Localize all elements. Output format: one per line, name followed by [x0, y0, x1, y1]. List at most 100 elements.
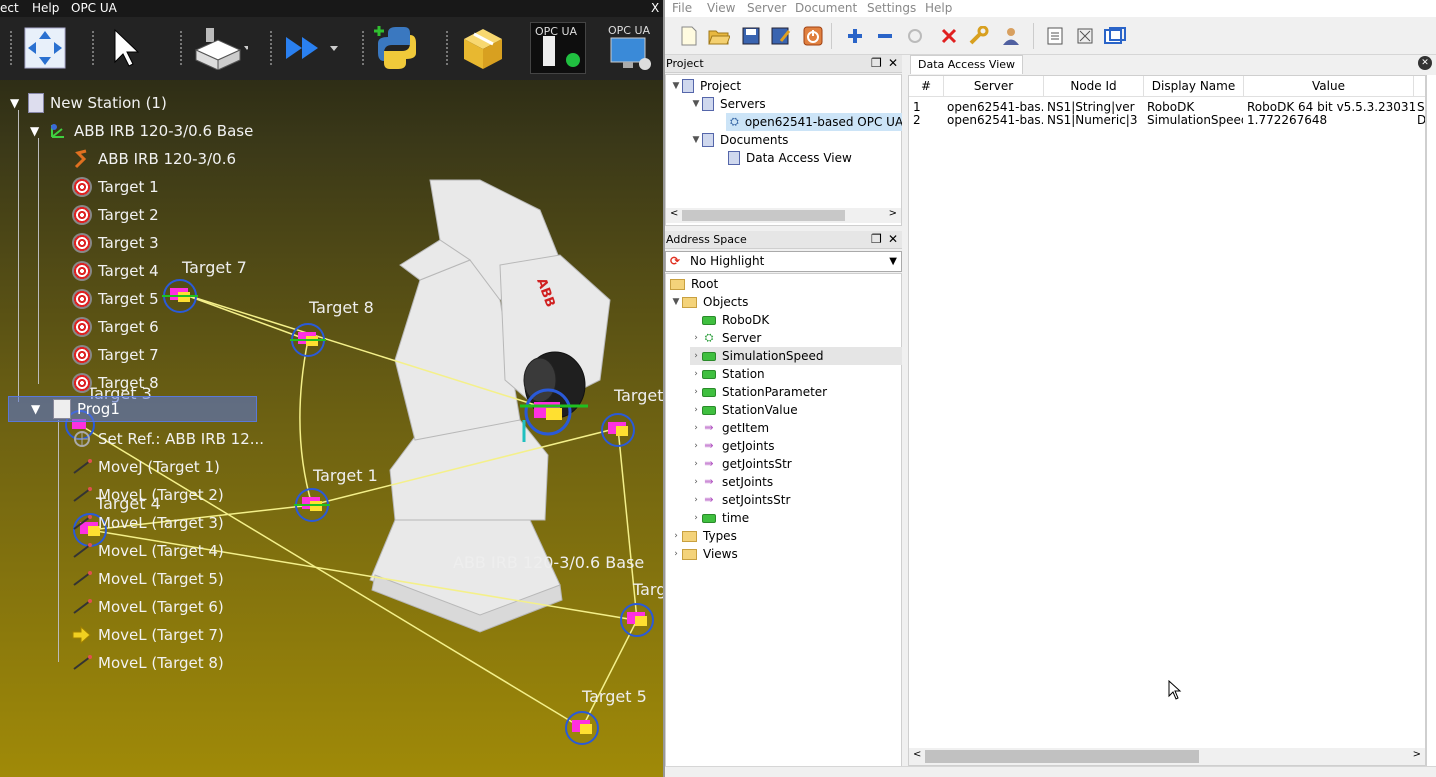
tree-instr-movel-5[interactable]: MoveL (Target 5) — [72, 566, 224, 592]
save-icon[interactable] — [739, 25, 763, 47]
window-icon[interactable] — [1103, 25, 1127, 47]
toolbar-grip[interactable] — [270, 31, 274, 65]
add-server-icon[interactable] — [843, 25, 867, 47]
project-doc-item[interactable]: Data Access View — [728, 149, 852, 167]
addr-objects[interactable]: ▼ Objects — [670, 293, 749, 311]
addr-item-stationparameter[interactable]: › StationParameter — [690, 383, 827, 401]
project-hscroll[interactable]: < > — [666, 208, 901, 223]
tree-instr-set-ref[interactable]: Set Ref.: ABB IRB 12... — [72, 426, 264, 452]
highlight-select[interactable]: ⟳ No Highlight ▼ — [665, 251, 902, 272]
menu-help[interactable]: Help — [925, 1, 952, 15]
scene-label-target-6[interactable]: Targ — [633, 580, 663, 599]
scene-label-target-7[interactable]: Target 7 — [182, 258, 247, 277]
col-header-server[interactable]: Server — [944, 76, 1044, 97]
tree-robot[interactable]: ABB IRB 120-3/0.6 — [72, 146, 236, 172]
undock-icon[interactable]: ❐ — [871, 231, 882, 248]
addr-item-getjoints[interactable]: › ⇛ getJoints — [690, 437, 774, 455]
cell-extra[interactable]: S — [1417, 100, 1425, 114]
grid-hscroll[interactable]: < > — [909, 748, 1425, 765]
toolbar-grip[interactable] — [446, 31, 450, 65]
cell-server[interactable]: open62541-bas... — [947, 113, 1043, 127]
scroll-thumb[interactable] — [925, 750, 1199, 763]
select-pointer-icon[interactable] — [104, 22, 148, 74]
toolbar-grip[interactable] — [362, 31, 366, 65]
tree-instr-movel-3[interactable]: MoveL (Target 3) — [72, 510, 224, 536]
settings-wrench-icon[interactable] — [967, 25, 991, 47]
opc-server-icon[interactable]: OPC UA — [530, 22, 586, 74]
new-document-icon[interactable] — [677, 25, 701, 47]
tree-instr-movej-1[interactable]: MoveJ (Target 1) — [72, 454, 220, 480]
cell-extra[interactable]: D — [1417, 113, 1425, 127]
menu-view[interactable]: View — [707, 1, 735, 15]
close-icon[interactable]: ✕ — [888, 55, 898, 72]
project-root[interactable]: ▼ Project — [670, 77, 741, 95]
properties-icon[interactable] — [1043, 25, 1067, 47]
close-icon[interactable]: ✕ — [888, 231, 898, 248]
addr-item-robodk[interactable]: RoboDK — [690, 311, 769, 329]
menu-opc-ua[interactable]: OPC UA — [71, 0, 117, 16]
toolbar-grip[interactable] — [180, 31, 184, 65]
cell-value[interactable]: RoboDK 64 bit v5.5.3.23031 — [1247, 100, 1415, 114]
tree-instr-movel-7[interactable]: MoveL (Target 7) — [72, 622, 224, 648]
tab-data-access-view[interactable]: Data Access View — [910, 55, 1024, 74]
addr-views[interactable]: › Views — [670, 545, 738, 563]
tree-instr-movel-8[interactable]: MoveL (Target 8) — [72, 650, 224, 676]
cell-index[interactable]: 1 — [913, 100, 921, 114]
addr-item-getitem[interactable]: › ⇛ getItem — [690, 419, 769, 437]
tree-instr-movel-4[interactable]: MoveL (Target 4) — [72, 538, 224, 564]
tree-instr-movel-2[interactable]: MoveL (Target 2) — [72, 482, 224, 508]
scene-label-target-5[interactable]: Target 5 — [582, 687, 647, 706]
toolbar-grip[interactable] — [92, 31, 96, 65]
menu-server[interactable]: Server — [747, 1, 786, 15]
remove-server-icon[interactable] — [873, 25, 897, 47]
cell-node-id[interactable]: NS1|String|ver — [1047, 100, 1143, 114]
tree-target-5[interactable]: Target 5 — [72, 286, 159, 312]
scroll-thumb[interactable] — [682, 210, 845, 221]
menu-file[interactable]: File — [672, 1, 692, 15]
menu-project[interactable]: ect — [0, 0, 19, 16]
scene-label-target-8[interactable]: Target 8 — [309, 298, 374, 317]
col-header-index[interactable]: # — [909, 76, 944, 97]
tree-target-6[interactable]: Target 6 — [72, 314, 159, 340]
addr-root[interactable]: Root — [670, 275, 718, 293]
cell-display-name[interactable]: RoboDK — [1147, 100, 1243, 114]
tree-target-4[interactable]: Target 4 — [72, 258, 159, 284]
tree-target-1[interactable]: Target 1 — [72, 174, 159, 200]
tree-target-3[interactable]: Target 3 — [72, 230, 159, 256]
run-simulation-icon[interactable] — [282, 22, 342, 74]
python-icon[interactable] — [372, 22, 422, 74]
scene-label-robot-base[interactable]: ABB IRB 120-3/0.6 Base — [453, 553, 644, 572]
toolbar-grip[interactable] — [10, 31, 14, 65]
close-tab-icon[interactable]: ✕ — [1418, 56, 1432, 70]
addr-item-station[interactable]: › Station — [690, 365, 764, 383]
cell-node-id[interactable]: NS1|Numeric|3 — [1047, 113, 1143, 127]
project-documents[interactable]: ▼ Documents — [690, 131, 788, 149]
col-header-value[interactable]: Value — [1244, 76, 1414, 97]
cell-value[interactable]: 1.772267648 — [1247, 113, 1415, 127]
tree-robot-base[interactable]: ▼ ABB IRB 120-3/0.6 Base — [30, 118, 253, 144]
package-icon[interactable] — [458, 22, 508, 74]
addr-item-time[interactable]: › time — [690, 509, 749, 527]
project-server-item[interactable]: ⛭ open62541-based OPC UA A — [726, 113, 902, 131]
scene-label-target-2[interactable]: Target — [614, 386, 663, 405]
addr-item-setjointsstr[interactable]: › ⇛ setJointsStr — [690, 491, 790, 509]
connect-icon[interactable] — [903, 25, 927, 47]
tree-target-7[interactable]: Target 7 — [72, 342, 159, 368]
undock-icon[interactable]: ❐ — [871, 55, 882, 72]
addr-item-stationvalue[interactable]: › StationValue — [690, 401, 797, 419]
cell-display-name[interactable]: SimulationSpeed — [1147, 113, 1243, 127]
addr-item-getjointsstr[interactable]: › ⇛ getJointsStr — [690, 455, 792, 473]
open-folder-icon[interactable] — [707, 25, 731, 47]
add-robot-icon[interactable] — [190, 22, 250, 74]
menu-settings[interactable]: Settings — [867, 1, 916, 15]
addr-item-server[interactable]: › ⛭ Server — [690, 329, 761, 347]
tree-station[interactable]: ▼ New Station (1) — [10, 90, 167, 116]
menu-document[interactable]: Document — [795, 1, 857, 15]
opc-client-icon[interactable]: OPC UA — [604, 22, 660, 74]
menu-help[interactable]: Help — [32, 0, 59, 16]
col-header-display-name[interactable]: Display Name — [1144, 76, 1244, 97]
scene-label-target-1[interactable]: Target 1 — [313, 466, 378, 485]
chevron-down-icon[interactable]: ▼ — [889, 252, 897, 271]
tree-program[interactable]: ▼ Prog1 — [8, 396, 257, 422]
save-as-icon[interactable] — [769, 25, 793, 47]
